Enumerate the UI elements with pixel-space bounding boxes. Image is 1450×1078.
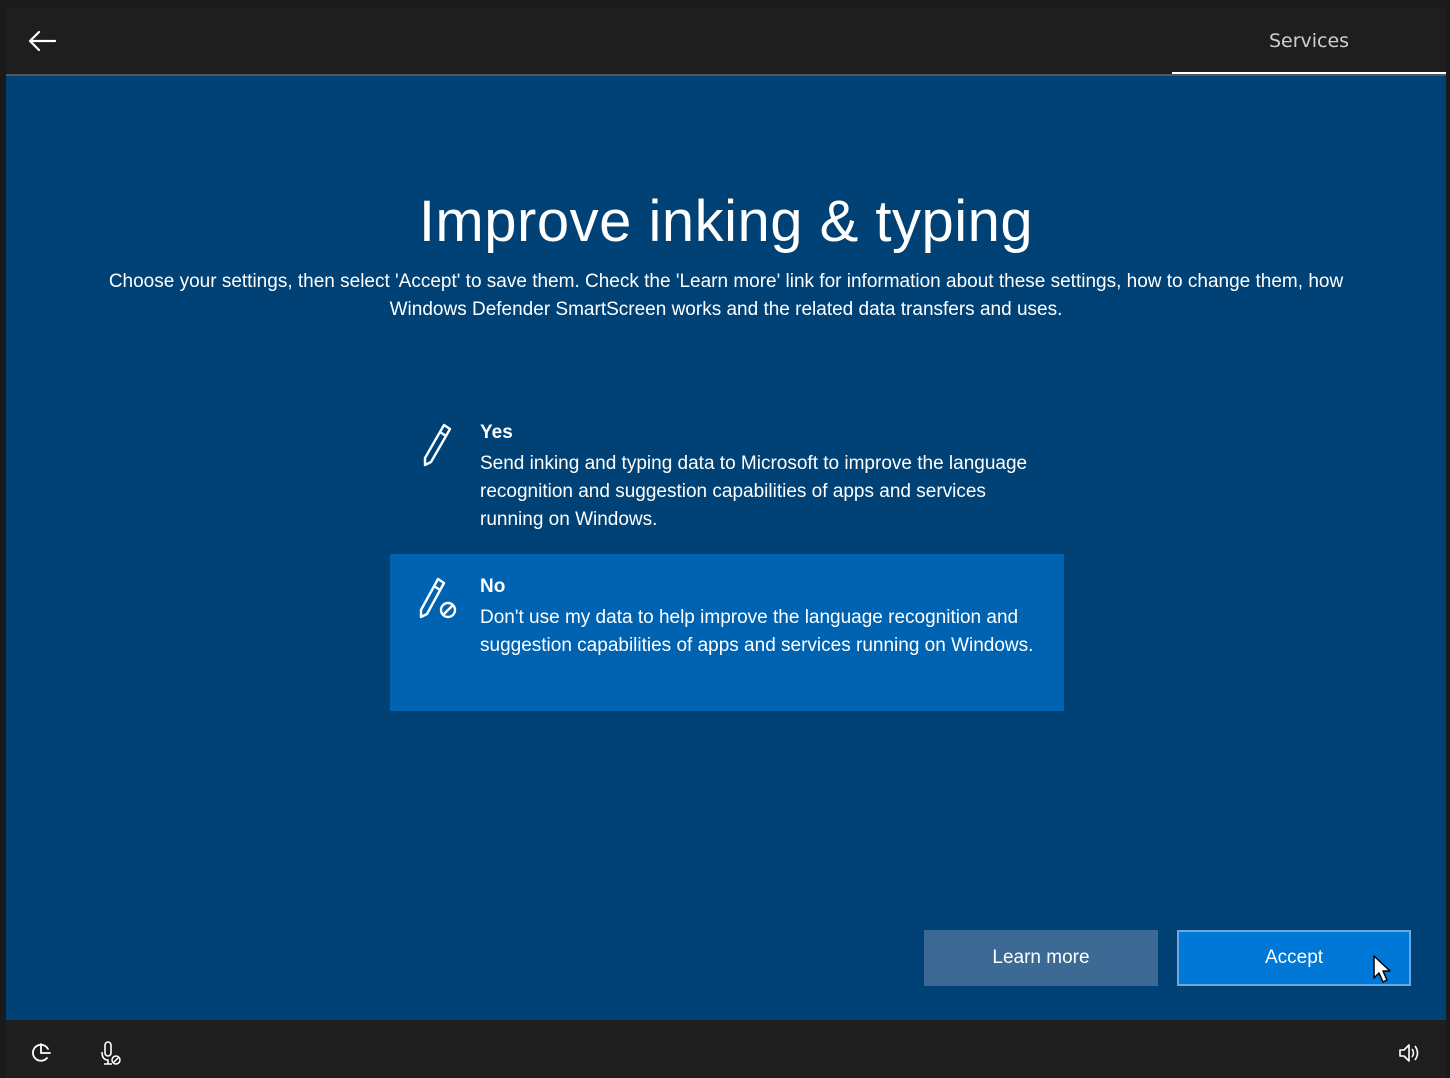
- page-subtitle: Choose your settings, then select 'Accep…: [108, 271, 1344, 320]
- bottom-bar: [6, 1020, 1446, 1078]
- tab-services[interactable]: Services: [1172, 8, 1446, 74]
- option-yes[interactable]: Yes Send inking and typing data to Micro…: [390, 400, 1064, 548]
- back-button[interactable]: [22, 22, 62, 60]
- page-title: Improve inking & typing: [418, 189, 1034, 254]
- option-no-description: Don't use my data to help improve the la…: [480, 607, 1034, 656]
- mouse-cursor-icon: [1373, 955, 1391, 983]
- tab-underline: [1172, 72, 1446, 74]
- option-yes-title: Yes: [480, 422, 513, 443]
- pen-blocked-icon: [419, 577, 457, 619]
- option-no-title: No: [480, 576, 506, 597]
- microphone-icon[interactable]: [98, 1040, 124, 1066]
- learn-more-button[interactable]: Learn more: [924, 930, 1158, 986]
- option-yes-description: Send inking and typing data to Microsoft…: [480, 453, 1028, 530]
- tab-services-label: Services: [1268, 30, 1350, 52]
- pen-icon: [423, 423, 452, 467]
- top-bar: Services: [6, 8, 1446, 76]
- volume-icon[interactable]: [1396, 1040, 1422, 1066]
- back-arrow-icon: [28, 30, 57, 52]
- option-no[interactable]: No Don't use my data to help improve the…: [390, 554, 1064, 711]
- oobe-window: Services Improve inking & typing Choose …: [6, 8, 1446, 1078]
- ease-of-access-icon[interactable]: [28, 1040, 54, 1066]
